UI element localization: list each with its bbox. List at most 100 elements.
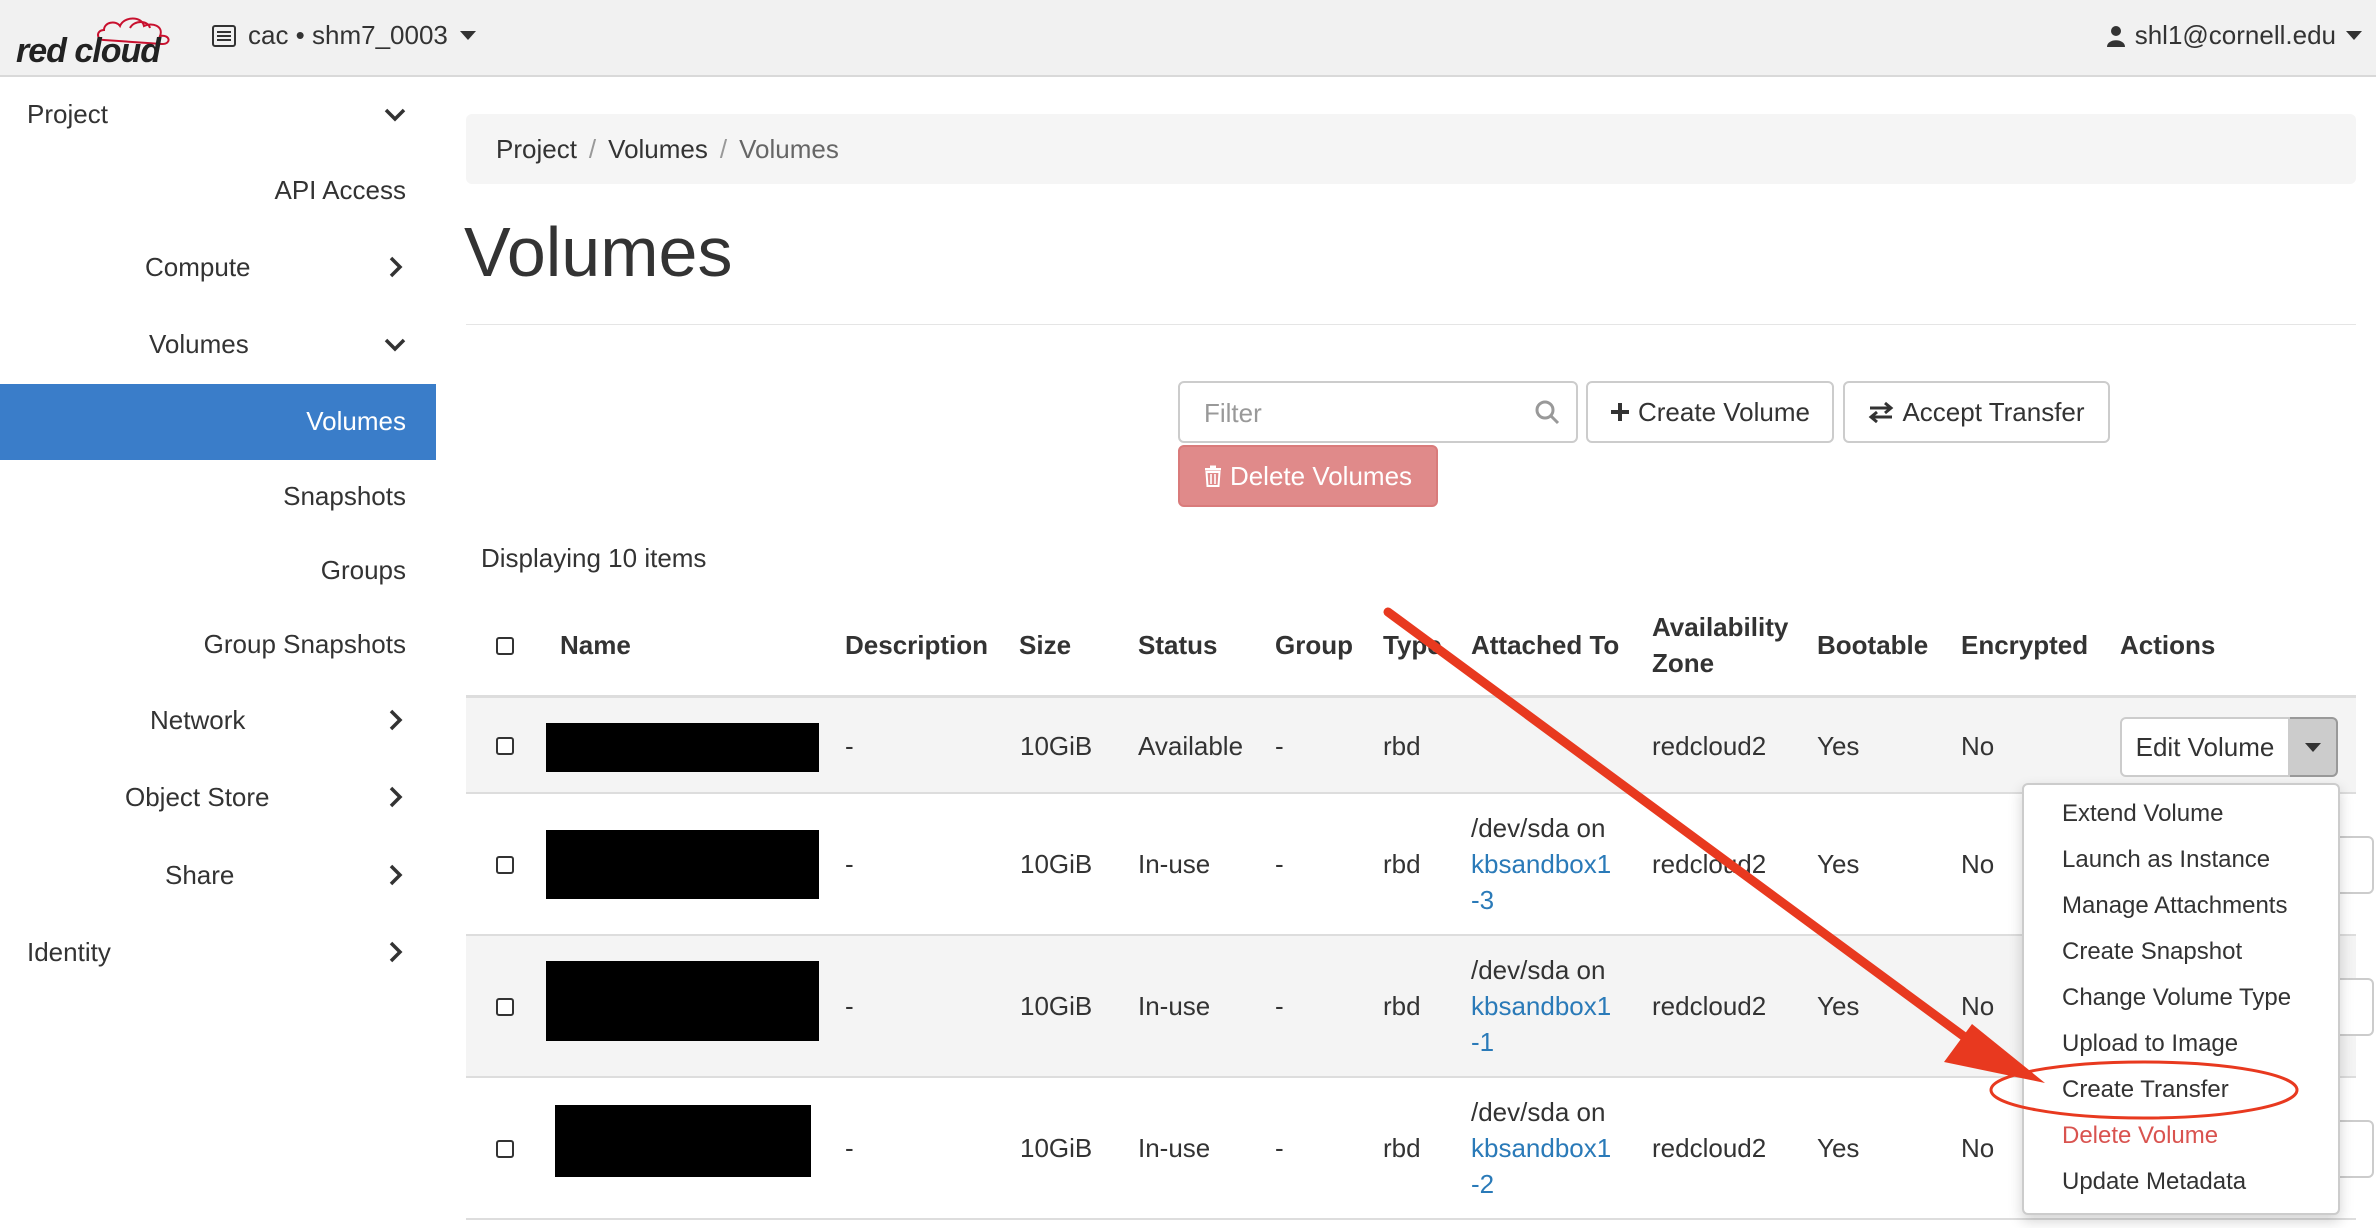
user-icon xyxy=(2106,25,2125,47)
column-header-status[interactable]: Status xyxy=(1138,627,1217,663)
sidebar-item-label: Object Store xyxy=(125,782,270,812)
server-list-icon xyxy=(212,24,236,47)
sidebar-item-api-access[interactable]: API Access xyxy=(0,153,436,229)
filter-box xyxy=(1178,381,1578,443)
menu-item-update-metadata[interactable]: Update Metadata xyxy=(2062,1168,2246,1196)
cell-zone: redcloud2 xyxy=(1652,849,1767,879)
sidebar-item-object-store[interactable]: Object Store xyxy=(0,760,436,836)
breadcrumb-volumes-group[interactable]: Volumes xyxy=(608,134,708,165)
breadcrumb-project[interactable]: Project xyxy=(496,134,577,165)
attached-instance-link[interactable]: kbsandbox1 xyxy=(1471,849,1611,879)
cell-description: - xyxy=(845,1133,854,1163)
project-picker[interactable]: cac • shm7_0003 xyxy=(212,20,476,51)
attached-instance-link-cont[interactable]: -3 xyxy=(1471,885,1494,915)
cell-type: rbd xyxy=(1383,731,1421,761)
accept-transfer-button[interactable]: Accept Transfer xyxy=(1843,381,2110,443)
row-actions-toggle[interactable] xyxy=(2290,717,2338,777)
sidebar-item-identity[interactable]: Identity xyxy=(0,915,436,991)
cell-attached-to: /dev/sda on kbsandbox1 -2 xyxy=(1471,1094,1611,1202)
menu-item-create-snapshot[interactable]: Create Snapshot xyxy=(2062,938,2242,966)
row-actions-toggle[interactable] xyxy=(2340,836,2374,894)
cell-status: In-use xyxy=(1138,991,1211,1021)
edit-volume-button[interactable]: Edit Volume xyxy=(2120,717,2290,777)
breadcrumb-separator: / xyxy=(719,133,728,164)
accept-transfer-label: Accept Transfer xyxy=(1902,396,2085,427)
cell-encrypted: No xyxy=(1961,1133,1995,1163)
sidebar-item-volumes[interactable]: Volumes xyxy=(0,384,436,460)
attached-instance-link[interactable]: kbsandbox1 xyxy=(1471,1133,1611,1163)
sidebar-item-volumes-group[interactable]: Volumes xyxy=(0,307,436,383)
delete-volumes-button[interactable]: Delete Volumes xyxy=(1178,445,1438,507)
sidebar-item-compute[interactable]: Compute xyxy=(0,230,436,306)
row-checkbox[interactable] xyxy=(496,737,514,755)
row-checkbox[interactable] xyxy=(496,856,514,874)
menu-item-manage-attachments[interactable]: Manage Attachments xyxy=(2062,892,2287,920)
top-navbar: red cloud cac • shm7_0003 shl1@cornell.e… xyxy=(0,0,2376,77)
create-volume-button[interactable]: Create Volume xyxy=(1586,381,1834,443)
menu-item-extend-volume[interactable]: Extend Volume xyxy=(2062,800,2223,828)
cell-group: - xyxy=(1275,731,1284,761)
column-header-zone[interactable]: Zone xyxy=(1652,645,1714,681)
sidebar-item-label: Compute xyxy=(145,252,251,282)
title-divider xyxy=(466,324,2356,325)
project-picker-label: cac • shm7_0003 xyxy=(248,20,448,50)
menu-item-launch-as-instance[interactable]: Launch as Instance xyxy=(2062,846,2270,874)
chevron-right-icon xyxy=(389,256,403,278)
column-header-type[interactable]: Type xyxy=(1383,627,1442,663)
column-header-availability[interactable]: Availability xyxy=(1652,609,1788,645)
sidebar-item-snapshots[interactable]: Snapshots xyxy=(0,459,436,535)
menu-item-create-transfer[interactable]: Create Transfer xyxy=(2062,1076,2229,1104)
caret-down-icon xyxy=(2346,31,2362,40)
chevron-right-icon xyxy=(389,786,403,808)
cell-bootable: Yes xyxy=(1817,991,1860,1021)
column-header-bootable[interactable]: Bootable xyxy=(1817,627,1928,663)
display-count: Displaying 10 items xyxy=(481,543,707,573)
menu-item-change-volume-type[interactable]: Change Volume Type xyxy=(2062,984,2291,1012)
user-menu[interactable]: shl1@cornell.edu xyxy=(2106,20,2362,51)
chevron-right-icon xyxy=(389,864,403,886)
column-header-group[interactable]: Group xyxy=(1275,627,1353,663)
logo-text: red cloud xyxy=(16,32,161,70)
sidebar-item-group-snapshots[interactable]: Group Snapshots xyxy=(0,607,436,683)
cell-bootable: Yes xyxy=(1817,1133,1860,1163)
row-actions-toggle[interactable] xyxy=(2340,1120,2374,1178)
attached-instance-link[interactable]: kbsandbox1 xyxy=(1471,991,1611,1021)
cell-size: 10GiB xyxy=(1020,849,1093,879)
column-header-encrypted[interactable]: Encrypted xyxy=(1961,627,2088,663)
sidebar-item-network[interactable]: Network xyxy=(0,683,436,759)
user-email: shl1@cornell.edu xyxy=(2134,20,2336,50)
menu-item-upload-to-image[interactable]: Upload to Image xyxy=(2062,1030,2238,1058)
menu-item-delete-volume[interactable]: Delete Volume xyxy=(2062,1122,2218,1150)
cell-status: Available xyxy=(1138,731,1244,761)
attached-instance-link-cont[interactable]: -1 xyxy=(1471,1027,1494,1057)
column-header-attached-to[interactable]: Attached To xyxy=(1471,627,1619,663)
row-actions-toggle[interactable] xyxy=(2340,978,2374,1036)
delete-volumes-label: Delete Volumes xyxy=(1229,460,1413,491)
cell-bootable: Yes xyxy=(1817,849,1860,879)
row-actions-menu: Extend Volume Launch as Instance Manage … xyxy=(2022,783,2340,1215)
caret-down-icon xyxy=(2305,742,2321,752)
sidebar-item-project[interactable]: Project xyxy=(0,77,436,153)
chevron-right-icon xyxy=(389,941,403,963)
search-icon[interactable] xyxy=(1534,399,1560,425)
select-all-checkbox[interactable] xyxy=(496,637,514,655)
filter-input[interactable] xyxy=(1202,397,1526,430)
sidebar-item-groups[interactable]: Groups xyxy=(0,533,436,609)
redacted-name xyxy=(546,830,819,899)
cell-encrypted: No xyxy=(1961,991,1995,1021)
sidebar-item-share[interactable]: Share xyxy=(0,838,436,914)
column-header-name[interactable]: Name xyxy=(560,627,631,663)
row-checkbox[interactable] xyxy=(496,1140,514,1158)
redacted-name xyxy=(546,723,819,772)
attached-instance-link-cont[interactable]: -2 xyxy=(1471,1169,1494,1199)
cell-size: 10GiB xyxy=(1020,731,1093,761)
trash-icon xyxy=(1204,465,1221,487)
breadcrumb-separator: / xyxy=(588,133,597,164)
cell-group: - xyxy=(1275,1133,1284,1163)
red-cloud-logo[interactable]: red cloud xyxy=(14,10,174,70)
column-header-description[interactable]: Description xyxy=(845,627,988,663)
cell-status: In-use xyxy=(1138,1133,1211,1163)
row-checkbox[interactable] xyxy=(496,998,514,1016)
sidebar-item-label: API Access xyxy=(274,175,407,205)
column-header-size[interactable]: Size xyxy=(1019,627,1071,663)
